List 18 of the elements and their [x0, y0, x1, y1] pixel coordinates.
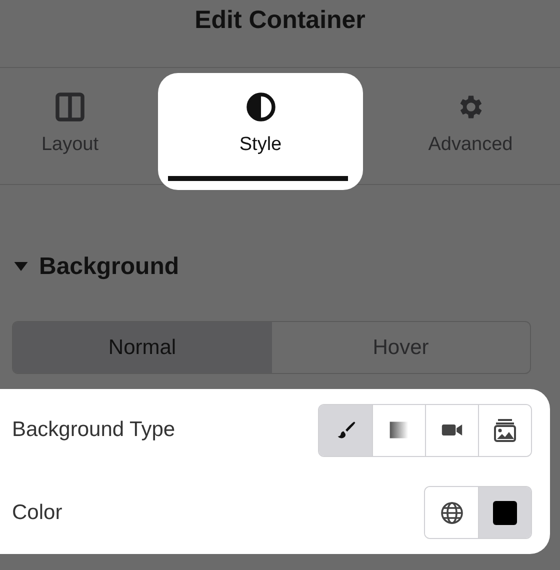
half-circle-icon: [246, 92, 276, 122]
tab[interactable]: Style: [158, 73, 363, 190]
control-label: Background Type: [12, 418, 176, 442]
section-title[interactable]: Background: [39, 252, 180, 280]
globe-icon: [440, 500, 464, 525]
tab[interactable]: Advanced: [381, 68, 560, 190]
tab[interactable]: Layout: [0, 68, 140, 190]
option-button[interactable]: [478, 404, 531, 456]
caret-icon[interactable]: [14, 262, 28, 271]
gradient-icon: [388, 419, 410, 442]
color-swatch-button[interactable]: [478, 487, 531, 538]
state-tab[interactable]: Hover: [272, 322, 530, 373]
control-label: Color: [12, 500, 62, 525]
layout-columns-icon: [55, 92, 85, 122]
option-button[interactable]: [319, 404, 372, 456]
image-stack-icon: [493, 418, 517, 442]
panel-title: Edit Container: [194, 5, 366, 35]
state-tab[interactable]: Normal: [13, 322, 272, 373]
